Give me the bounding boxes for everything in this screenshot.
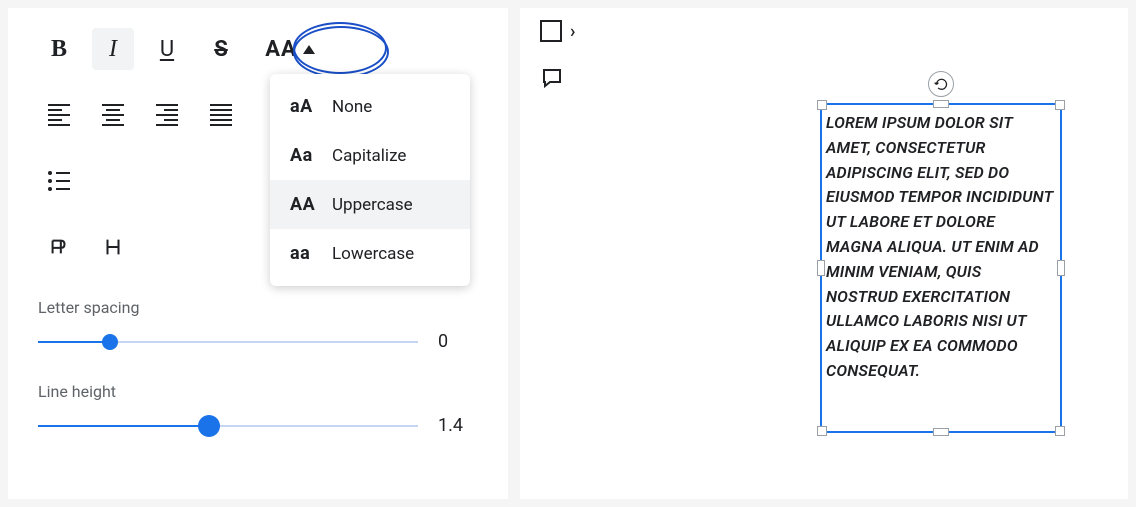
vertical-text-button[interactable] bbox=[92, 226, 134, 268]
underline-label: U bbox=[160, 37, 174, 62]
text-frame-content: LOREM IPSUM DOLOR SIT AMET, CONSECTETUR … bbox=[822, 105, 1060, 390]
resize-handle-br[interactable] bbox=[1055, 426, 1065, 436]
vertical-text-icon bbox=[102, 236, 124, 258]
text-case-button[interactable]: AA bbox=[254, 28, 326, 70]
selected-text-frame[interactable]: LOREM IPSUM DOLOR SIT AMET, CONSECTETUR … bbox=[820, 103, 1062, 433]
resize-handle-t[interactable] bbox=[933, 100, 949, 108]
case-lowercase-label: Lowercase bbox=[332, 244, 414, 264]
bullet-list-icon bbox=[48, 171, 70, 191]
underline-button[interactable]: U bbox=[146, 28, 188, 70]
line-height-value: 1.4 bbox=[438, 415, 478, 436]
case-none-label: None bbox=[332, 97, 372, 117]
align-left-icon bbox=[48, 104, 70, 126]
align-right-icon bbox=[156, 104, 178, 126]
italic-label: I bbox=[109, 36, 117, 63]
letter-spacing-label: Letter spacing bbox=[38, 298, 478, 317]
strikethrough-button[interactable]: S bbox=[200, 28, 242, 70]
text-case-label: AA bbox=[265, 37, 297, 62]
right-tool-rail: › bbox=[540, 20, 575, 90]
resize-handle-bl[interactable] bbox=[817, 426, 827, 436]
case-option-lowercase[interactable]: aa Lowercase bbox=[270, 229, 470, 278]
rotate-icon bbox=[934, 77, 949, 92]
case-uppercase-label: Uppercase bbox=[332, 195, 413, 215]
align-justify-icon bbox=[210, 104, 232, 126]
bold-label: B bbox=[51, 36, 67, 63]
strike-label: S bbox=[214, 37, 228, 62]
line-height-row: 1.4 bbox=[38, 415, 478, 436]
canvas-panel: › LOREM IPSUM DOLOR SIT AMET, CONSECTETU… bbox=[520, 8, 1128, 499]
font-style-row: B I U S AA bbox=[38, 28, 478, 70]
case-option-none[interactable]: aA None bbox=[270, 82, 470, 131]
align-center-button[interactable] bbox=[92, 94, 134, 136]
rotate-handle[interactable] bbox=[928, 71, 954, 97]
shape-tool-row[interactable]: › bbox=[540, 20, 575, 42]
triangle-up-icon bbox=[303, 45, 315, 54]
comment-button[interactable] bbox=[540, 66, 575, 90]
letter-spacing-slider[interactable] bbox=[38, 332, 418, 352]
resize-handle-tr[interactable] bbox=[1055, 100, 1065, 110]
resize-handle-l[interactable] bbox=[817, 260, 825, 276]
case-option-capitalize[interactable]: Aa Capitalize bbox=[270, 131, 470, 180]
case-lowercase-icon: aa bbox=[290, 243, 318, 264]
line-height-slider[interactable] bbox=[38, 416, 418, 436]
case-uppercase-icon: AA bbox=[290, 194, 318, 215]
line-height-label: Line height bbox=[38, 382, 478, 401]
text-format-panel: B I U S AA bbox=[8, 8, 508, 499]
align-center-icon bbox=[102, 104, 124, 126]
resize-handle-r[interactable] bbox=[1057, 260, 1065, 276]
resize-handle-b[interactable] bbox=[933, 428, 949, 436]
text-direction-button[interactable] bbox=[38, 226, 80, 268]
case-capitalize-icon: Aa bbox=[290, 145, 318, 166]
align-right-button[interactable] bbox=[146, 94, 188, 136]
resize-handle-tl[interactable] bbox=[817, 100, 827, 110]
paragraph-direction-icon bbox=[48, 236, 70, 258]
align-left-button[interactable] bbox=[38, 94, 80, 136]
square-icon bbox=[540, 20, 562, 42]
letter-spacing-row: 0 bbox=[38, 331, 478, 352]
case-option-uppercase[interactable]: AA Uppercase bbox=[270, 180, 470, 229]
case-capitalize-label: Capitalize bbox=[332, 146, 406, 166]
align-justify-button[interactable] bbox=[200, 94, 242, 136]
comment-icon bbox=[540, 66, 564, 90]
bold-button[interactable]: B bbox=[38, 28, 80, 70]
letter-spacing-value: 0 bbox=[438, 331, 478, 352]
text-case-dropdown: aA None Aa Capitalize AA Uppercase aa Lo… bbox=[270, 74, 470, 286]
italic-button[interactable]: I bbox=[92, 28, 134, 70]
chevron-right-icon: › bbox=[570, 21, 575, 42]
bullet-list-button[interactable] bbox=[38, 160, 80, 202]
case-none-icon: aA bbox=[290, 96, 318, 117]
